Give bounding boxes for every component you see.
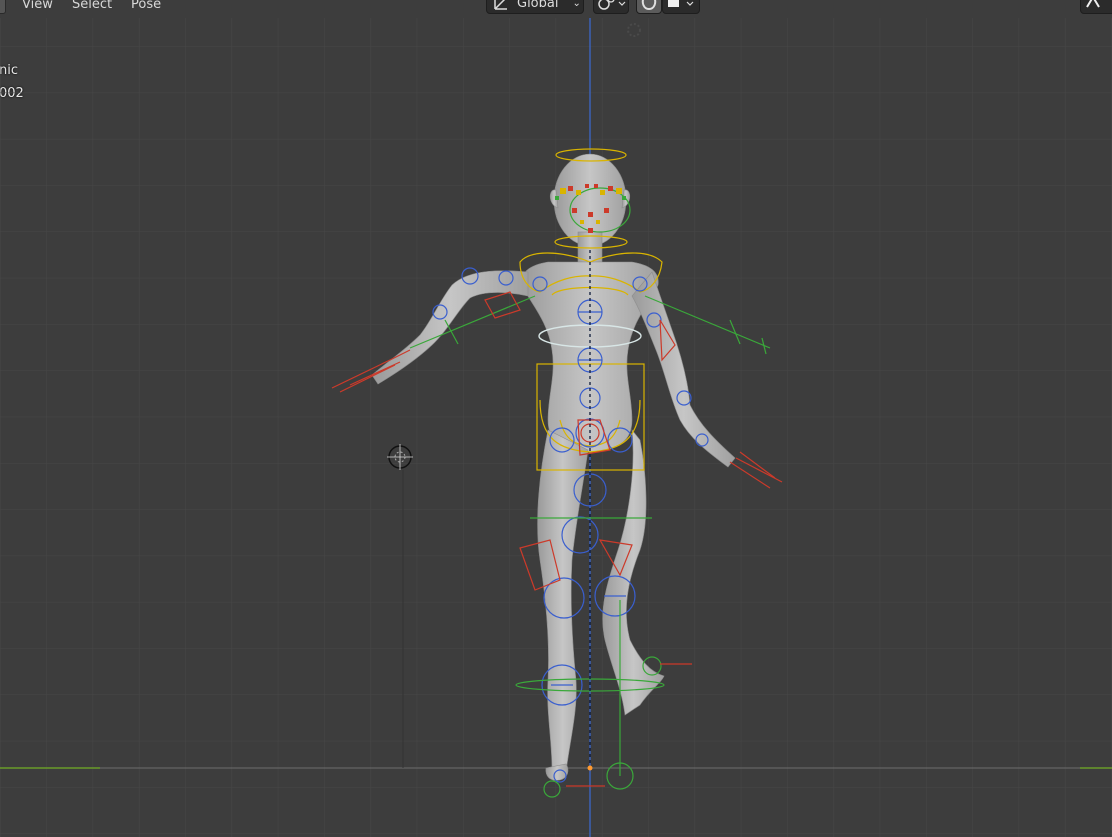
viewport-3d[interactable]: [0, 0, 1112, 837]
